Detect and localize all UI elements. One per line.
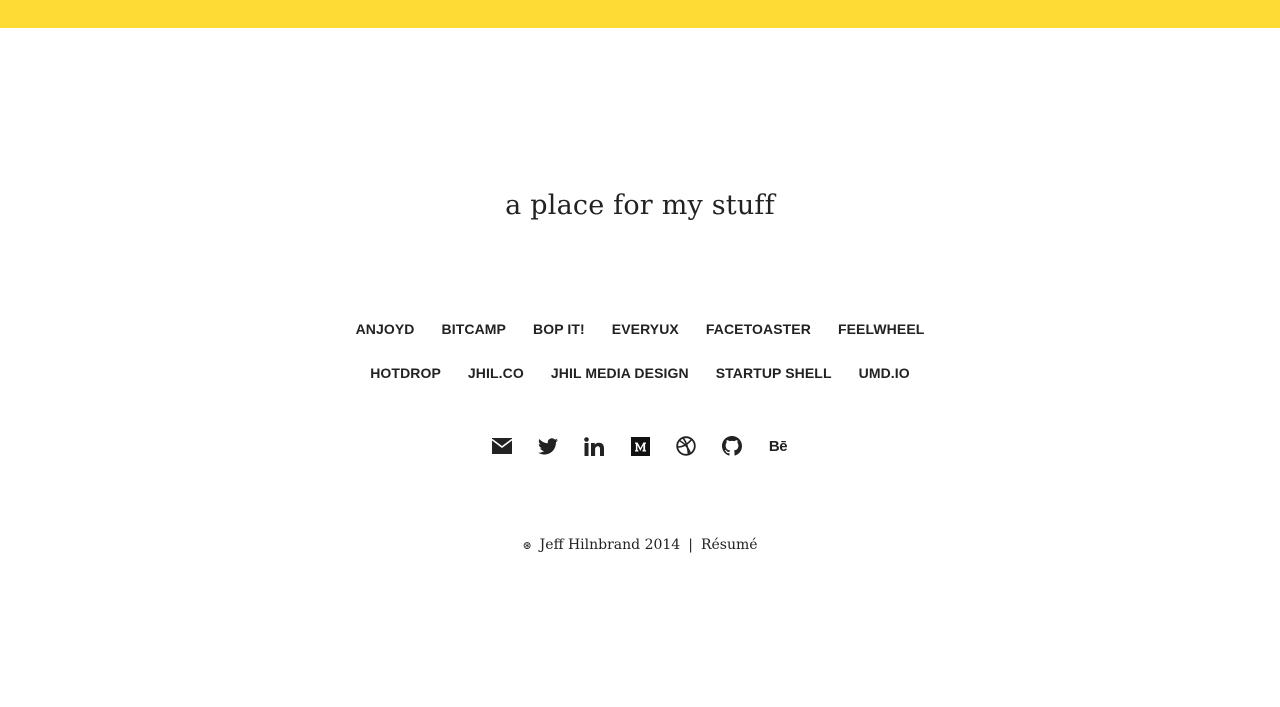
nav-link-anjoyd[interactable]: ANJOYD <box>356 320 415 338</box>
footer-mark: ⊛ <box>522 538 532 552</box>
top-accent-bar <box>0 0 1280 28</box>
linkedin-link[interactable] <box>584 435 604 457</box>
dribbble-icon <box>676 436 696 456</box>
copyright-text: Jeff Hilnbrand 2014 <box>539 537 681 553</box>
footer: ⊛ Jeff Hilnbrand 2014 | Résumé <box>0 537 1280 553</box>
github-icon <box>722 436 742 456</box>
linkedin-icon <box>584 436 604 456</box>
nav-link-bitcamp[interactable]: BITCAMP <box>442 320 506 338</box>
nav-link-hotdrop[interactable]: HOTDROP <box>370 364 441 382</box>
footer-separator: | <box>688 537 693 553</box>
nav-link-bop-it[interactable]: BOP IT! <box>533 320 585 338</box>
nav-link-startup-shell[interactable]: STARTUP SHELL <box>716 364 832 382</box>
nav-link-jhil-co[interactable]: JHIL.CO <box>468 364 524 382</box>
dribbble-link[interactable] <box>676 435 696 457</box>
nav-link-facetoaster[interactable]: FACETOASTER <box>706 320 811 338</box>
nav-link-everyux[interactable]: EVERYUX <box>612 320 679 338</box>
nav-link-umd-io[interactable]: UMD.IO <box>859 364 910 382</box>
twitter-link[interactable] <box>538 435 558 457</box>
project-nav-row-2: HOTDROP JHIL.CO JHIL MEDIA DESIGN STARTU… <box>0 364 1280 382</box>
email-link[interactable] <box>492 435 512 457</box>
project-nav-row-1: ANJOYD BITCAMP BOP IT! EVERYUX FACETOAST… <box>0 320 1280 338</box>
medium-icon <box>630 436 650 456</box>
page-tagline: a place for my stuff <box>505 190 775 221</box>
behance-link[interactable]: Bē <box>768 435 788 457</box>
medium-link[interactable] <box>630 435 650 457</box>
github-link[interactable] <box>722 435 742 457</box>
resume-link[interactable]: Résumé <box>701 537 758 553</box>
nav-link-feelwheel[interactable]: FEELWHEEL <box>838 320 924 338</box>
email-icon <box>492 438 512 454</box>
social-links: Bē <box>0 435 1280 457</box>
twitter-icon <box>538 437 558 454</box>
behance-icon: Bē <box>768 437 788 455</box>
nav-link-jhil-media-design[interactable]: JHIL MEDIA DESIGN <box>551 364 689 382</box>
